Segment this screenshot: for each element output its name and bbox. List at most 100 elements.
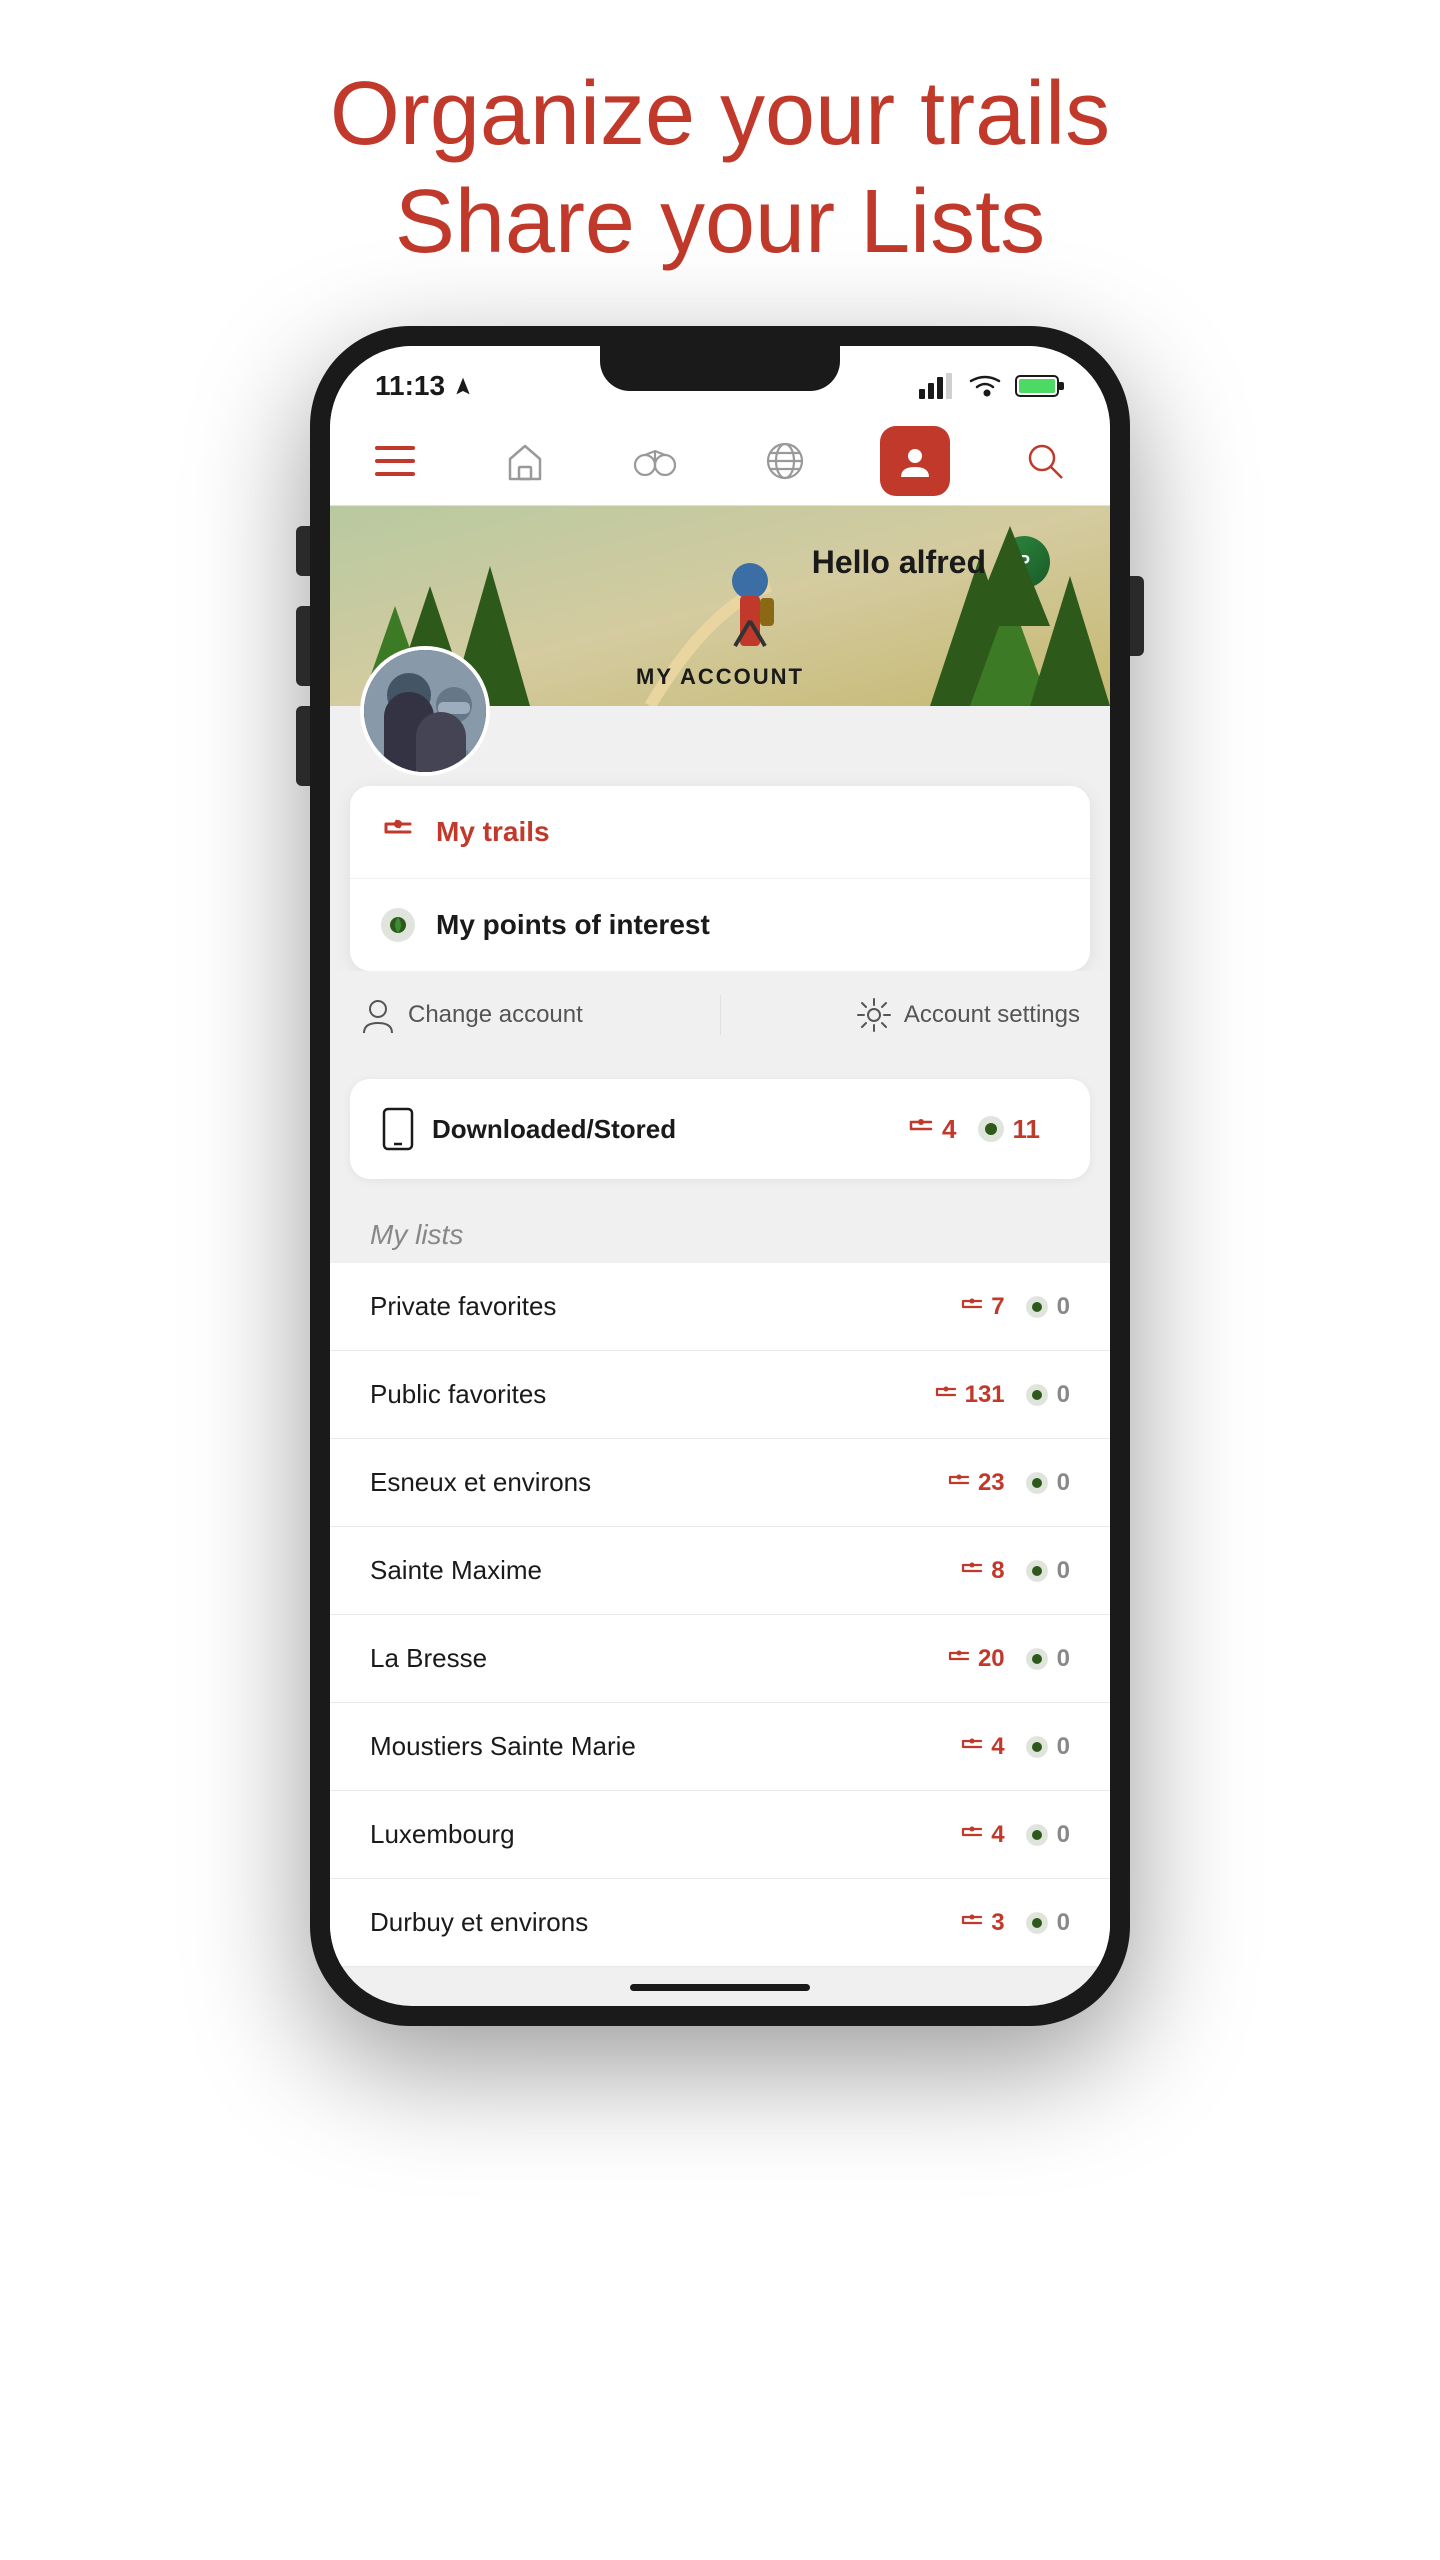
my-trails-label: My trails (436, 816, 550, 848)
list-trail-count: 131 (935, 1381, 1005, 1409)
poi-count-value: 0 (1057, 1293, 1070, 1321)
list-item-name: Private favorites (370, 1291, 961, 1322)
trail-icon-small (961, 1824, 983, 1846)
nav-home-button[interactable] (490, 426, 560, 496)
list-item-name: Durbuy et environs (370, 1907, 961, 1938)
poi-count-value: 0 (1057, 1645, 1070, 1673)
status-icons (919, 373, 1065, 399)
list-poi-count: 0 (1025, 1821, 1070, 1849)
list-item[interactable]: Durbuy et environs 3 0 (330, 1879, 1110, 1967)
nav-bar (330, 416, 1110, 506)
trail-icon-small (961, 1736, 983, 1758)
account-actions: Change account Account settings (330, 971, 1110, 1059)
wifi-icon (967, 373, 1003, 399)
list-item-counts: 4 0 (961, 1733, 1070, 1761)
avatar-image (364, 650, 486, 772)
trail-count-value: 4 (991, 1821, 1004, 1849)
list-trail-count: 4 (961, 1733, 1004, 1761)
list-trail-count: 7 (961, 1293, 1004, 1321)
poi-count-value: 0 (1057, 1557, 1070, 1585)
change-account-action[interactable]: Change account (360, 997, 720, 1033)
downloaded-trails-count: 4 (908, 1114, 956, 1145)
my-poi-item[interactable]: My points of interest (350, 879, 1090, 971)
trail-count-value: 8 (991, 1557, 1004, 1585)
trail-count-value: 7 (991, 1293, 1004, 1321)
list-item[interactable]: Sainte Maxime 8 0 (330, 1527, 1110, 1615)
trail-icon-small (948, 1648, 970, 1670)
poi-icon-small (1025, 1735, 1049, 1759)
list-item-counts: 8 0 (961, 1557, 1070, 1585)
downloaded-label: Downloaded/Stored (432, 1114, 908, 1145)
list-item-counts: 3 0 (961, 1909, 1070, 1937)
nav-search-button[interactable] (1010, 426, 1080, 496)
trail-icon-small (961, 1912, 983, 1934)
poi-count-icon (977, 1115, 1005, 1143)
trails-icon (380, 814, 416, 850)
trail-icon-small (935, 1384, 957, 1406)
account-settings-label: Account settings (904, 1001, 1080, 1029)
poi-count-value: 0 (1057, 1733, 1070, 1761)
list-item[interactable]: Moustiers Sainte Marie 4 0 (330, 1703, 1110, 1791)
list-item-counts: 131 0 (935, 1381, 1070, 1409)
settings-gear-icon (856, 997, 892, 1033)
header-line2-prefix: Share your (395, 172, 860, 272)
nav-profile-button[interactable] (880, 426, 950, 496)
greeting-text: Hello alfred (812, 544, 986, 581)
list-poi-count: 0 (1025, 1293, 1070, 1321)
list-item-name: Sainte Maxime (370, 1555, 961, 1586)
list-trail-count: 8 (961, 1557, 1004, 1585)
list-item[interactable]: Private favorites 7 0 (330, 1263, 1110, 1351)
list-item-counts: 20 0 (948, 1645, 1070, 1673)
trail-count-value: 4 (991, 1733, 1004, 1761)
nav-menu-button[interactable] (360, 426, 430, 496)
downloaded-section[interactable]: Downloaded/Stored 4 11 (350, 1079, 1090, 1179)
list-item[interactable]: Public favorites 131 0 (330, 1351, 1110, 1439)
my-lists-label: My lists (370, 1219, 463, 1250)
list-item-counts: 7 0 (961, 1293, 1070, 1321)
my-trails-item[interactable]: My trails (350, 786, 1090, 879)
list-trail-count: 20 (948, 1645, 1005, 1673)
list-item[interactable]: La Bresse 20 0 (330, 1615, 1110, 1703)
location-arrow-icon (453, 376, 473, 396)
header-line2-highlight: Lists (860, 172, 1045, 272)
poi-icon (380, 907, 416, 943)
trail-icon-small (948, 1472, 970, 1494)
list-item-name: La Bresse (370, 1643, 948, 1674)
poi-icon-small (1025, 1647, 1049, 1671)
header-line1: Organize your trails (330, 64, 1110, 164)
avatar (360, 646, 490, 776)
list-item-counts: 4 0 (961, 1821, 1070, 1849)
downloaded-poi-count: 11 (977, 1114, 1041, 1145)
mute-button (296, 526, 310, 576)
trail-count-value: 20 (978, 1645, 1005, 1673)
phone-screen: 11:13 (330, 346, 1110, 2006)
list-poi-count: 0 (1025, 1645, 1070, 1673)
poi-count-value: 0 (1057, 1821, 1070, 1849)
poi-icon-small (1025, 1823, 1049, 1847)
nav-globe-button[interactable] (750, 426, 820, 496)
account-settings-action[interactable]: Account settings (721, 997, 1081, 1033)
power-button (1130, 576, 1144, 656)
list-item-name: Esneux et environs (370, 1467, 948, 1498)
list-items: Private favorites 7 0 Public favorites (330, 1263, 1110, 1967)
account-section: My trails My points of interest (330, 706, 1110, 1967)
nav-explore-button[interactable] (620, 426, 690, 496)
list-item[interactable]: Esneux et environs 23 0 (330, 1439, 1110, 1527)
trail-icon-small (961, 1560, 983, 1582)
phone-frame: 11:13 (310, 326, 1130, 2026)
list-item-counts: 23 0 (948, 1469, 1070, 1497)
change-account-label: Change account (408, 1001, 583, 1029)
trail-count-value: 131 (965, 1381, 1005, 1409)
trail-icon-small (961, 1296, 983, 1318)
poi-icon-small (1025, 1471, 1049, 1495)
poi-icon-small (1025, 1383, 1049, 1407)
time-display: 11:13 (375, 370, 445, 402)
avatar-svg (364, 650, 490, 776)
account-menu-card: My trails My points of interest (350, 786, 1090, 971)
volume-down-button (296, 706, 310, 786)
downloaded-poi-num: 11 (1013, 1114, 1041, 1145)
signal-icon (919, 373, 955, 399)
list-item[interactable]: Luxembourg 4 0 (330, 1791, 1110, 1879)
poi-icon-small (1025, 1911, 1049, 1935)
list-poi-count: 0 (1025, 1557, 1070, 1585)
